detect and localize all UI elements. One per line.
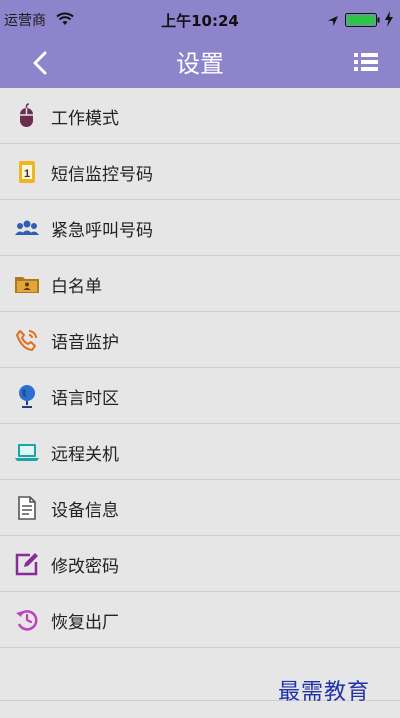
setting-item-whitelist[interactable]: 白名单 xyxy=(0,256,400,312)
setting-item-label: 设备信息 xyxy=(51,501,119,521)
setting-item-label: 语音监护 xyxy=(51,333,119,353)
setting-item-label: 语言时区 xyxy=(51,389,119,409)
setting-item-label: 短信监控号码 xyxy=(51,165,153,185)
location-arrow-icon xyxy=(327,12,339,31)
setting-item-remote-shutdown[interactable]: 远程关机 xyxy=(0,424,400,480)
setting-item-factory-reset[interactable]: 恢复出厂 xyxy=(0,592,400,648)
setting-item-device-info[interactable]: 设备信息 xyxy=(0,480,400,536)
document-icon xyxy=(14,495,40,521)
setting-item-label: 紧急呼叫号码 xyxy=(51,221,153,241)
battery-icon xyxy=(345,12,381,31)
watermark-text: 最需教育 xyxy=(278,680,371,705)
globe-icon xyxy=(14,383,40,409)
sim-card-icon: 1 xyxy=(14,159,40,185)
edit-icon xyxy=(14,551,40,577)
page-title: 设置 xyxy=(176,50,224,78)
contacts-group-icon xyxy=(14,215,40,241)
setting-item-emergency-number[interactable]: 紧急呼叫号码 xyxy=(0,200,400,256)
setting-item-work-mode[interactable]: 工作模式 xyxy=(0,88,400,144)
setting-item-voice-monitor[interactable]: 语音监护 xyxy=(0,312,400,368)
setting-item-language-timezone[interactable]: 语言时区 xyxy=(0,368,400,424)
laptop-icon xyxy=(14,439,40,465)
settings-list: 工作模式 1 短信监控号码 紧急呼叫号码 白名单 语音监护 语言时区 远程关机 … xyxy=(0,88,400,648)
setting-item-label: 工作模式 xyxy=(51,109,119,129)
setting-item-label: 恢复出厂 xyxy=(51,613,119,633)
folder-contact-icon xyxy=(14,271,40,297)
status-bar: 运营商 上午10:24 xyxy=(0,0,400,36)
setting-item-sms-monitor-number[interactable]: 1 短信监控号码 xyxy=(0,144,400,200)
setting-item-change-password[interactable]: 修改密码 xyxy=(0,536,400,592)
navigation-bar: 设置 xyxy=(0,36,400,88)
charging-bolt-icon xyxy=(384,11,394,31)
header-bar: 运营商 上午10:24 设置 xyxy=(0,0,400,88)
mouse-icon xyxy=(14,103,40,129)
setting-item-label: 远程关机 xyxy=(51,445,119,465)
setting-item-label: 白名单 xyxy=(51,277,102,297)
list-menu-icon xyxy=(354,53,378,71)
phone-call-icon xyxy=(14,327,40,353)
menu-button[interactable] xyxy=(352,50,380,74)
setting-item-label: 修改密码 xyxy=(51,557,119,577)
history-icon xyxy=(14,607,40,633)
status-time: 上午10:24 xyxy=(161,12,239,30)
svg-text:1: 1 xyxy=(24,168,30,180)
